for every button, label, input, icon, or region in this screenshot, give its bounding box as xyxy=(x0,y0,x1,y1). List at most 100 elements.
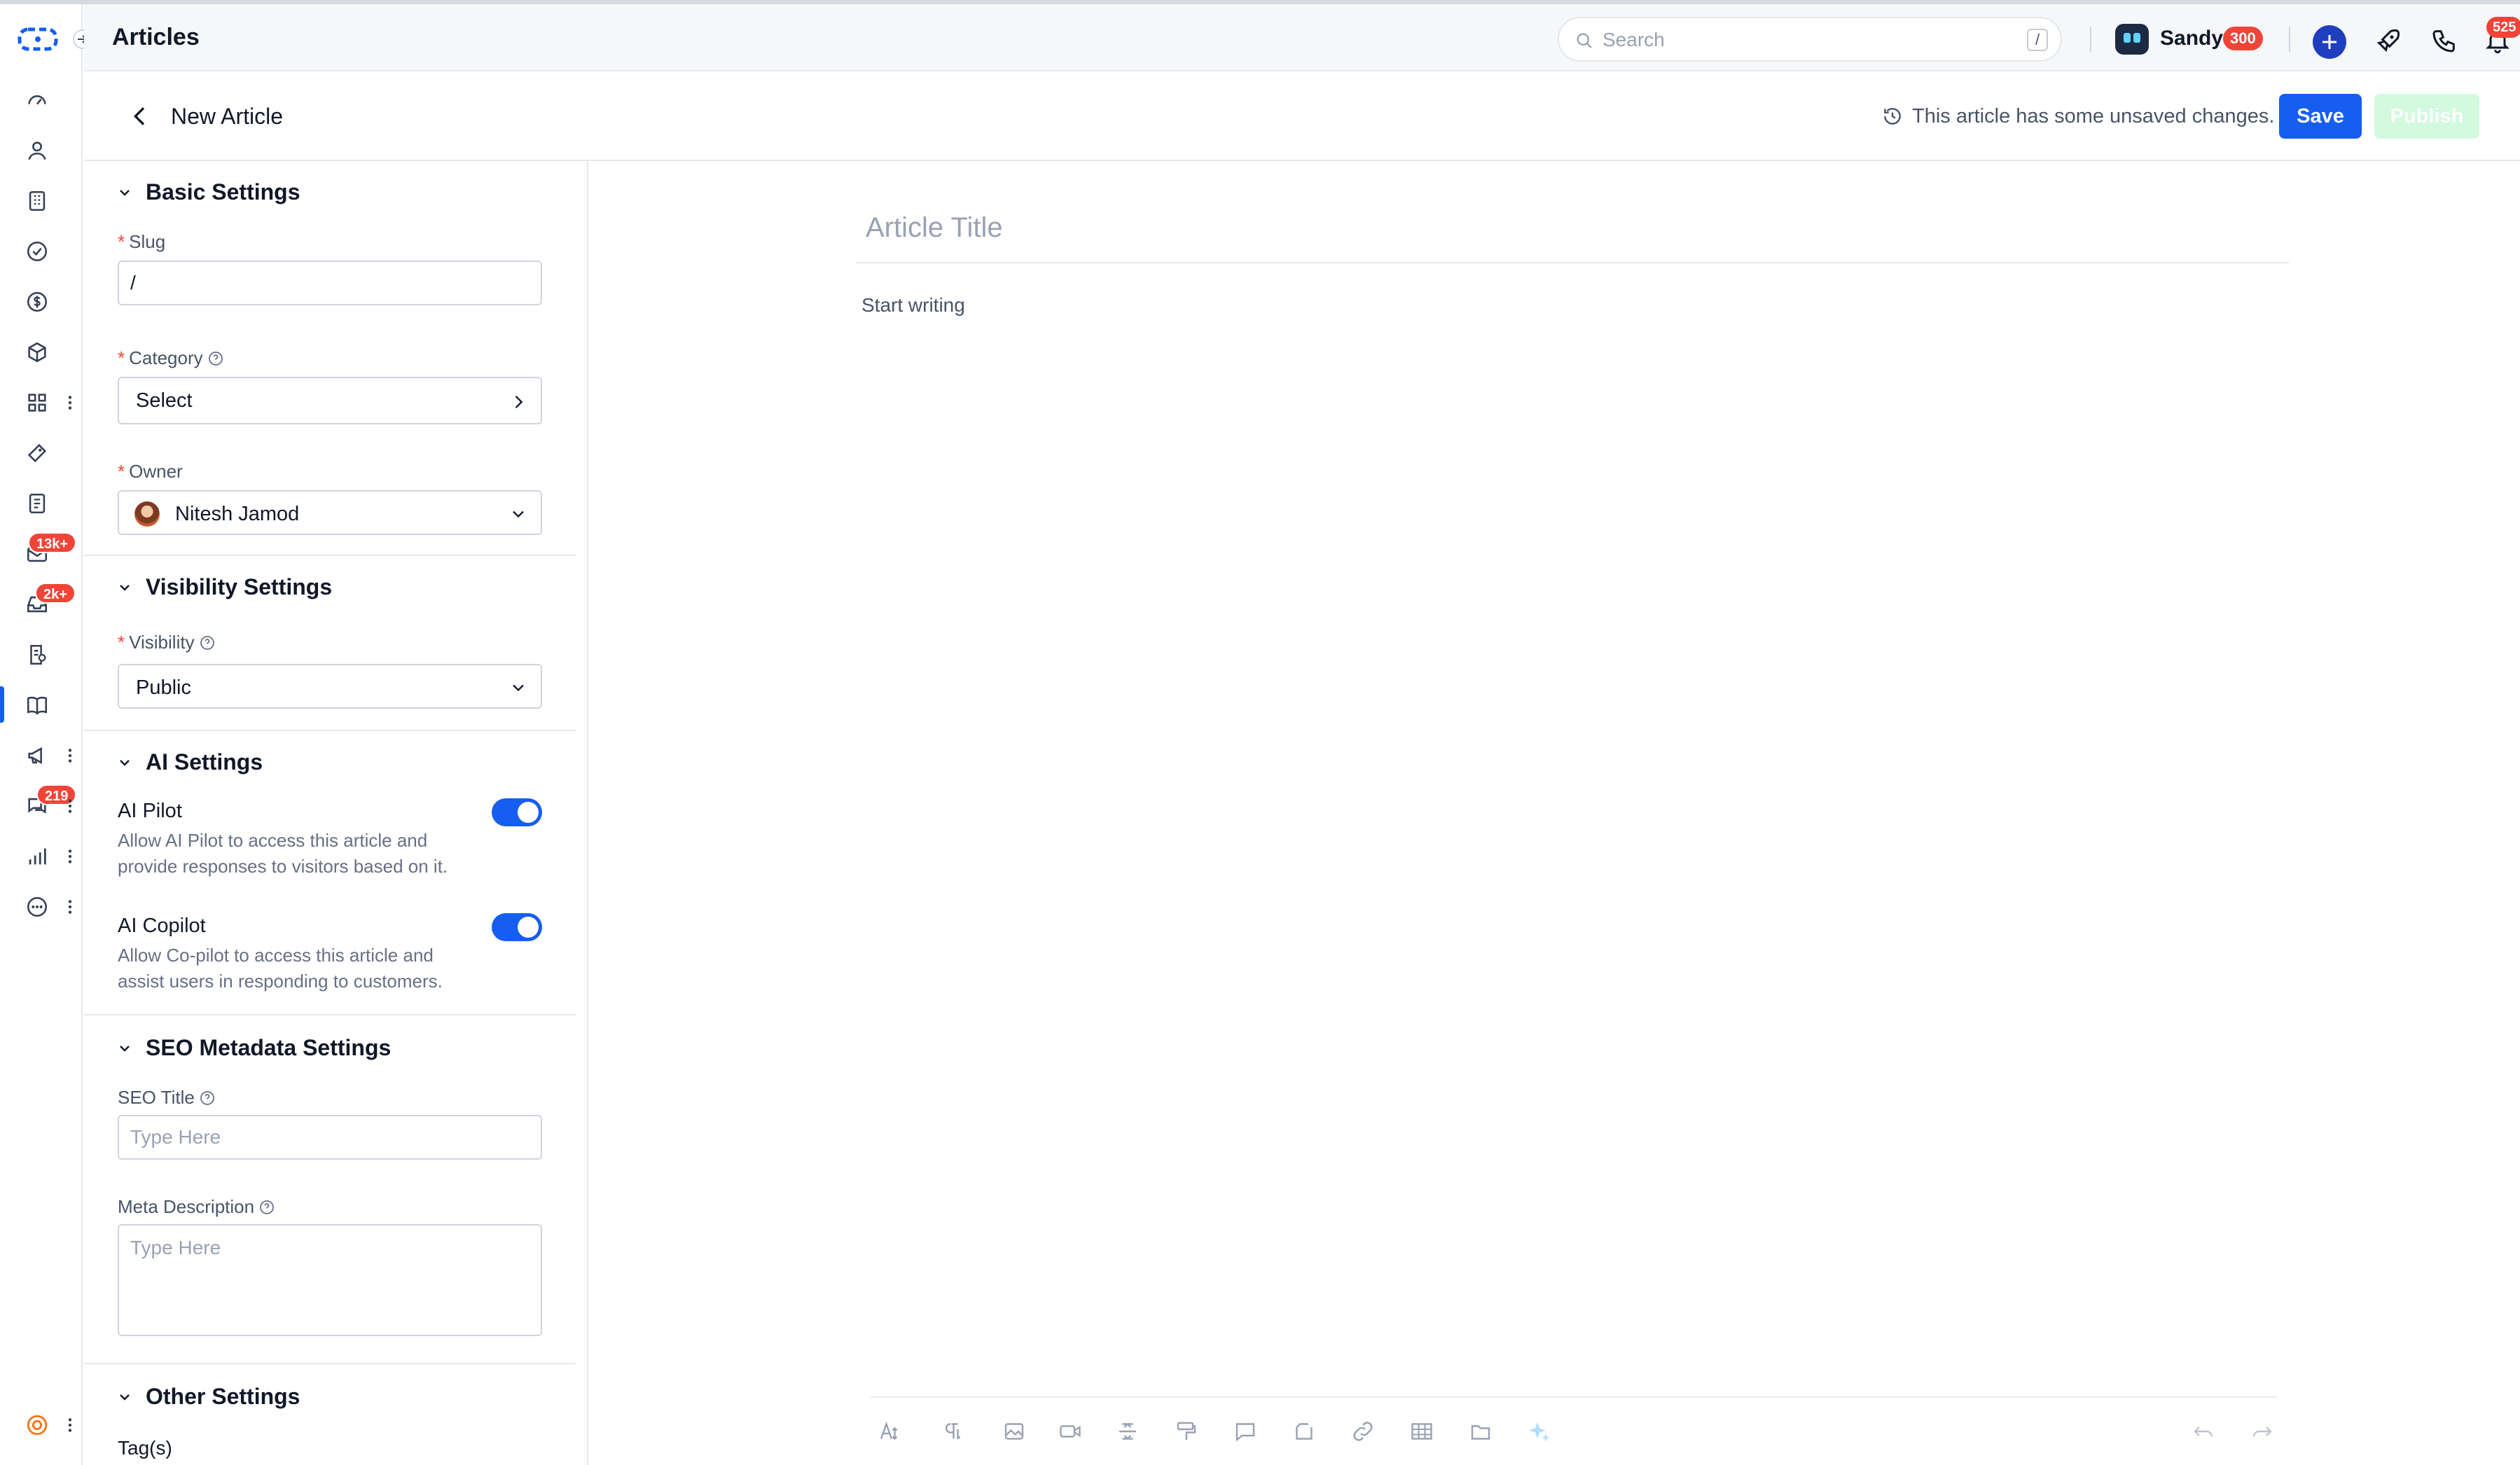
cube-icon xyxy=(28,342,46,363)
more-vertical-icon[interactable] xyxy=(64,847,76,866)
slug-input[interactable] xyxy=(119,262,541,304)
app-logo[interactable] xyxy=(17,25,66,53)
redo-icon[interactable] xyxy=(2250,1419,2275,1444)
article-body-editor[interactable]: Start writing xyxy=(861,294,965,317)
owner-avatar xyxy=(134,501,160,527)
ai-assistant-avatar[interactable] xyxy=(2115,24,2149,55)
video-icon[interactable] xyxy=(1058,1419,1083,1444)
divider-icon[interactable] xyxy=(1115,1419,1140,1444)
rail-item-inbox[interactable]: 2k+ xyxy=(0,583,83,625)
category-select[interactable]: Select xyxy=(118,377,542,424)
chevron-right-icon xyxy=(515,396,523,408)
other-settings-toggle[interactable]: Other Settings xyxy=(116,1384,300,1410)
global-search[interactable]: / xyxy=(1558,17,2062,62)
bar-chart-icon xyxy=(29,848,46,865)
quick-add-button[interactable] xyxy=(2313,25,2346,59)
search-shortcut-key: / xyxy=(2027,29,2048,51)
help-circle-icon[interactable] xyxy=(199,1090,216,1106)
phone-icon[interactable] xyxy=(2430,27,2458,55)
article-subheader: New Article This article has some unsave… xyxy=(84,71,2520,161)
more-vertical-icon[interactable] xyxy=(64,898,76,916)
seo-title-input[interactable] xyxy=(119,1116,541,1158)
image-icon[interactable] xyxy=(1002,1419,1027,1444)
paragraph-icon[interactable] xyxy=(940,1419,965,1444)
header-divider xyxy=(2289,27,2290,52)
rocket-icon[interactable] xyxy=(2374,27,2402,55)
plus-icon xyxy=(2322,35,2336,49)
meta-description-input[interactable] xyxy=(119,1226,541,1335)
rail-item-marketing[interactable] xyxy=(0,734,83,776)
article-editor: Start writing xyxy=(590,161,2520,1465)
more-vertical-icon[interactable] xyxy=(64,394,76,412)
embed-icon[interactable] xyxy=(1292,1419,1317,1444)
user-icon xyxy=(28,141,46,160)
visibility-settings-toggle[interactable]: Visibility Settings xyxy=(116,574,332,600)
owner-select[interactable]: Nitesh Jamod xyxy=(118,490,542,535)
inbox-count-badge: 2k+ xyxy=(35,583,76,604)
visibility-select[interactable]: Public xyxy=(118,664,542,709)
rail-item-chat[interactable]: 219 xyxy=(0,784,83,826)
ai-copilot-description: Allow Co-pilot to access this article an… xyxy=(118,945,443,992)
font-size-icon[interactable] xyxy=(877,1419,902,1444)
category-select-value: Select xyxy=(136,389,193,412)
comment-icon[interactable] xyxy=(1233,1419,1258,1444)
ai-copilot-toggle[interactable] xyxy=(492,913,542,941)
meta-description-field[interactable] xyxy=(118,1224,542,1336)
gauge-icon xyxy=(28,95,46,105)
rail-item-deals[interactable] xyxy=(0,280,83,322)
rail-item-tickets[interactable] xyxy=(0,431,83,473)
dollar-circle-icon xyxy=(27,291,48,312)
folder-icon[interactable] xyxy=(1468,1419,1493,1444)
article-title-input[interactable] xyxy=(856,203,2289,252)
chevron-down-icon xyxy=(513,511,524,518)
owner-select-value: Nitesh Jamod xyxy=(175,503,300,525)
table-icon[interactable] xyxy=(1409,1419,1434,1444)
more-vertical-icon[interactable] xyxy=(64,747,76,765)
rail-item-help[interactable] xyxy=(0,1403,83,1445)
rail-item-products[interactable] xyxy=(0,331,83,373)
rail-item-contacts[interactable] xyxy=(0,129,83,171)
seo-settings-toggle[interactable]: SEO Metadata Settings xyxy=(116,1035,391,1061)
more-vertical-icon[interactable] xyxy=(64,797,76,815)
header-divider xyxy=(2090,27,2091,52)
user-name[interactable]: Sandy xyxy=(2160,27,2223,50)
history-icon xyxy=(1884,108,1901,125)
chevron-down-icon xyxy=(120,584,130,591)
rail-item-apps[interactable] xyxy=(0,381,83,423)
rail-item-companies[interactable] xyxy=(0,179,83,221)
rail-item-reports[interactable] xyxy=(0,835,83,877)
publish-button[interactable]: Publish xyxy=(2374,94,2479,139)
notification-count-badge: 525 xyxy=(2486,17,2520,38)
undo-icon[interactable] xyxy=(2191,1419,2216,1444)
search-input[interactable] xyxy=(1602,25,1981,55)
top-header: Articles / Sandy 300 525 xyxy=(84,4,2520,71)
help-circle-icon[interactable] xyxy=(199,634,216,651)
apps-grid-icon xyxy=(28,394,46,412)
save-button[interactable]: Save xyxy=(2279,94,2362,139)
rail-item-dashboard[interactable] xyxy=(0,78,83,120)
rail-item-knowledge-base[interactable] xyxy=(0,683,83,725)
ai-sparkle-icon[interactable] xyxy=(1527,1419,1552,1444)
page-title: Articles xyxy=(112,24,200,50)
more-vertical-icon[interactable] xyxy=(64,1416,76,1434)
visibility-settings-title: Visibility Settings xyxy=(146,574,333,599)
slug-field[interactable] xyxy=(118,261,542,305)
building-icon xyxy=(29,190,46,211)
ai-settings-toggle[interactable]: AI Settings xyxy=(116,749,263,775)
help-circle-icon[interactable] xyxy=(207,350,224,367)
notebook-icon xyxy=(29,493,46,514)
help-circle-icon[interactable] xyxy=(258,1199,275,1216)
back-arrow-icon[interactable] xyxy=(126,102,154,130)
rail-item-payments[interactable] xyxy=(0,633,83,675)
rail-item-tasks[interactable] xyxy=(0,230,83,272)
rail-item-email[interactable]: 13k+ xyxy=(0,532,83,574)
basic-settings-toggle[interactable]: Basic Settings xyxy=(116,179,300,205)
ai-pilot-toggle[interactable] xyxy=(492,798,542,826)
chevron-down-icon xyxy=(120,189,130,196)
format-painter-icon[interactable] xyxy=(1174,1419,1199,1444)
rail-item-more[interactable] xyxy=(0,885,83,927)
article-settings-panel: Basic Settings *Slug *Category Select *O… xyxy=(84,161,588,1465)
link-icon[interactable] xyxy=(1350,1419,1376,1444)
seo-title-field[interactable] xyxy=(118,1115,542,1160)
rail-item-notes[interactable] xyxy=(0,482,83,524)
